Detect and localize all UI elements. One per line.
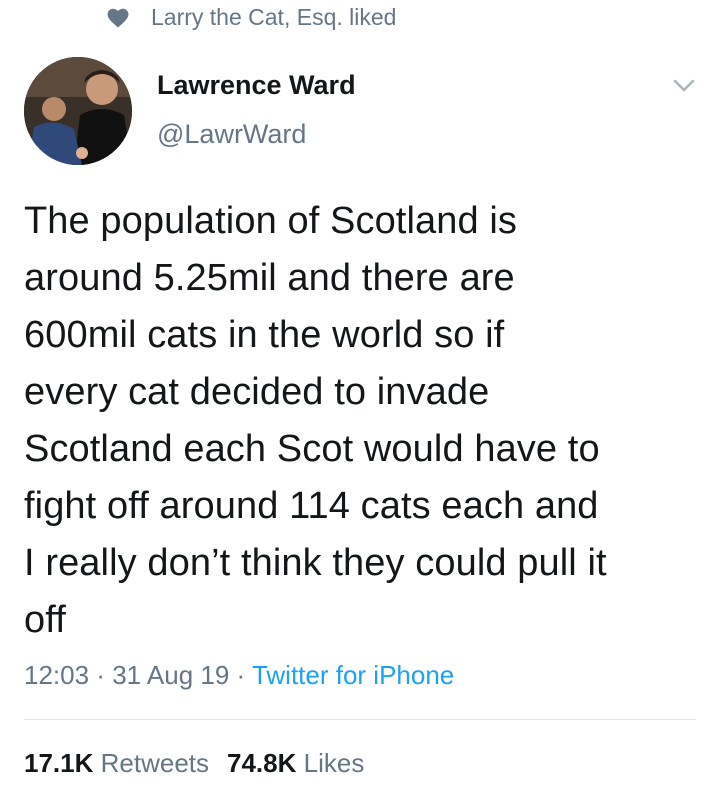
tweet-stats: 17.1K Retweets 74.8K Likes bbox=[24, 748, 364, 779]
tweet-date[interactable]: 31 Aug 19 bbox=[112, 660, 229, 690]
divider bbox=[24, 719, 696, 720]
separator: · bbox=[229, 660, 252, 690]
heart-icon bbox=[107, 7, 129, 28]
likes-stat[interactable]: 74.8K Likes bbox=[227, 748, 364, 778]
author-handle[interactable]: @LawrWard bbox=[157, 119, 306, 150]
chevron-down-icon[interactable] bbox=[672, 76, 696, 94]
avatar[interactable] bbox=[24, 57, 132, 165]
social-context-label: Larry the Cat, Esq. liked bbox=[151, 3, 397, 30]
tweet-time[interactable]: 12:03 bbox=[24, 660, 89, 690]
tweet-meta: 12:03 · 31 Aug 19 · Twitter for iPhone bbox=[24, 660, 454, 691]
social-context: Larry the Cat, Esq. liked bbox=[107, 0, 396, 34]
likes-label: Likes bbox=[303, 748, 365, 778]
author-name[interactable]: Lawrence Ward bbox=[157, 70, 356, 101]
tweet-source-link[interactable]: Twitter for iPhone bbox=[252, 660, 454, 690]
retweets-count: 17.1K bbox=[24, 748, 94, 778]
separator: · bbox=[89, 660, 113, 690]
retweets-stat[interactable]: 17.1K Retweets bbox=[24, 748, 209, 778]
likes-count: 74.8K bbox=[227, 748, 297, 778]
tweet-text: The population of Scotland is around 5.2… bbox=[24, 200, 607, 641]
retweets-label: Retweets bbox=[100, 748, 210, 778]
